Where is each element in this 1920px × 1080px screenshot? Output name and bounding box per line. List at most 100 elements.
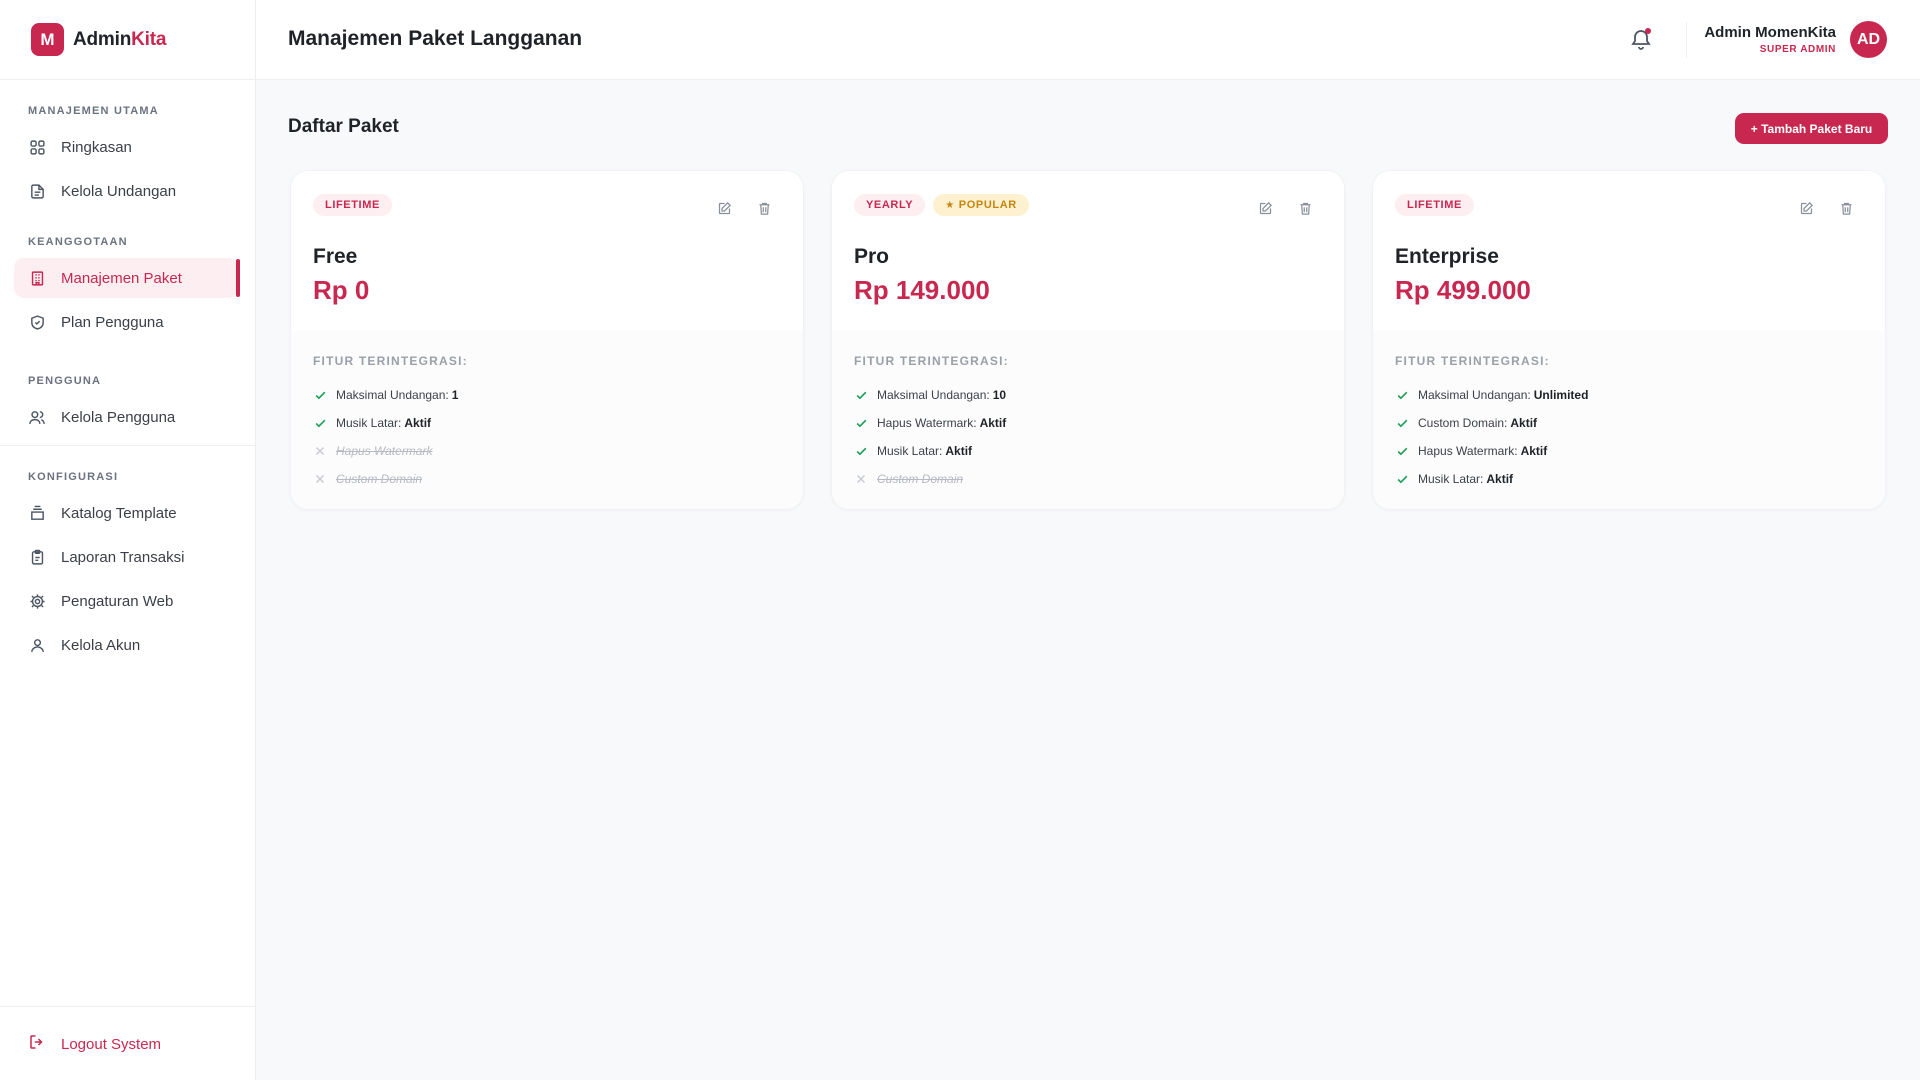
plan-card-enterprise: LIFETIME Enterprise Rp 499.000 FITUR TER… [1372,170,1886,510]
feature-item-disabled: Custom Domain [313,465,458,493]
gear-icon [28,592,46,610]
check-icon [313,416,327,430]
plan-price: Rp 149.000 [854,275,990,305]
check-icon [313,388,327,402]
check-icon [854,416,868,430]
feature-label: Custom Domain [336,472,423,486]
features-title: FITUR TERINTEGRASI: [313,354,468,368]
notification-dot [1645,28,1651,34]
feature-item: Maksimal Undangan: 1 [313,381,458,409]
sidebar-item-kelola-pengguna[interactable]: Kelola Pengguna [14,397,238,437]
feature-label: Musik Latar: [336,416,402,430]
section-label-manajemen-utama: MANAJEMEN UTAMA [28,105,159,117]
check-icon [1395,472,1409,486]
plan-type-badge: LIFETIME [313,194,392,216]
feature-value: Aktif [979,416,1007,430]
sidebar-item-label: Manajemen Paket [61,269,182,287]
trash-icon[interactable] [1837,199,1855,217]
popular-label: POPULAR [958,199,1017,211]
plan-name: Free [313,245,358,268]
add-plan-button[interactable]: + Tambah Paket Baru [1735,113,1888,144]
avatar[interactable]: AD [1850,21,1887,58]
sidebar-item-label: Kelola Pengguna [61,408,176,426]
feature-label: Custom Domain: [1418,416,1508,430]
feature-value: Aktif [1486,472,1514,486]
notification-bell-icon[interactable] [1629,27,1655,53]
logout-button[interactable]: Logout System [14,1024,238,1064]
feature-item: Custom Domain: Aktif [1395,409,1588,437]
check-icon [1395,388,1409,402]
user-icon [28,636,46,654]
feature-value: Unlimited [1533,388,1589,402]
layers-icon [28,504,46,522]
check-icon [854,388,868,402]
plan-name: Pro [854,245,890,268]
feature-list: Maksimal Undangan: 10 Hapus Watermark: Akt… [854,381,1006,493]
feature-item: Maksimal Undangan: Unlimited [1395,381,1588,409]
users-icon [28,408,46,426]
document-icon [28,182,46,200]
sidebar-divider [0,1006,256,1007]
plan-price: Rp 499.000 [1395,275,1531,305]
plan-name: Enterprise [1395,245,1499,268]
sidebar-item-manajemen-paket[interactable]: Manajemen Paket [14,258,240,298]
feature-label: Musik Latar: [1418,472,1484,486]
feature-label: Maksimal Undangan: [877,388,990,402]
edit-icon[interactable] [1256,199,1274,217]
popular-badge: ★ POPULAR [933,194,1029,216]
sidebar-item-label: Kelola Undangan [61,182,177,200]
trash-icon[interactable] [755,199,773,217]
feature-value: 1 [451,388,459,402]
feature-label: Maksimal Undangan: [1418,388,1531,402]
feature-value: 10 [992,388,1007,402]
sidebar-item-kelola-akun[interactable]: Kelola Akun [14,625,238,665]
clipboard-icon [28,548,46,566]
feature-value: Aktif [1520,444,1548,458]
sidebar-item-laporan-transaksi[interactable]: Laporan Transaksi [14,537,238,577]
page-title: Manajemen Paket Langganan [288,27,583,50]
feature-value: Aktif [404,416,432,430]
plan-price: Rp 0 [313,275,370,305]
brand[interactable]: M AdminKita [0,0,255,80]
logout-icon [28,1033,46,1055]
sidebar: M AdminKita MANAJEMEN UTAMA Ringkasan Ke… [0,0,256,1080]
edit-icon[interactable] [715,199,733,217]
feature-item: Musik Latar: Aktif [854,437,1006,465]
plan-card-free: LIFETIME Free Rp 0 FITUR TERINTEGRASI: M… [290,170,804,510]
sidebar-item-katalog-template[interactable]: Katalog Template [14,493,238,533]
feature-label: Musik Latar: [877,444,943,458]
feature-label: Hapus Watermark [336,444,433,458]
sidebar-item-pengaturan-web[interactable]: Pengaturan Web [14,581,238,621]
feature-item-disabled: Custom Domain [854,465,1006,493]
logout-label: Logout System [61,1035,162,1053]
plan-card-pro: YEARLY ★ POPULAR Pro Rp 149.000 FITUR TER… [831,170,1345,510]
brand-name-part1: Admin [73,28,132,50]
trash-icon[interactable] [1296,199,1314,217]
plan-type-badge: LIFETIME [1395,194,1474,216]
star-icon: ★ [945,199,955,211]
feature-item: Maksimal Undangan: 10 [854,381,1006,409]
sidebar-item-label: Laporan Transaksi [61,548,185,566]
plan-type-badge: YEARLY [854,194,926,216]
feature-label: Hapus Watermark: [877,416,977,430]
feature-list: Maksimal Undangan: 1 Musik Latar: Aktif Ha… [313,381,458,493]
brand-name: AdminKita [73,29,166,51]
building-icon [28,269,46,287]
sidebar-item-plan-pengguna[interactable]: Plan Pengguna [14,302,238,342]
feature-list: Maksimal Undangan: Unlimited Custom Domai… [1395,381,1588,493]
edit-icon[interactable] [1797,199,1815,217]
sidebar-item-label: Kelola Akun [61,636,141,654]
x-icon [854,472,868,486]
sidebar-item-label: Pengaturan Web [61,592,174,610]
feature-label: Maksimal Undangan: [336,388,449,402]
grid-icon [28,138,46,156]
sidebar-item-kelola-undangan[interactable]: Kelola Undangan [14,171,238,211]
feature-item: Musik Latar: Aktif [1395,465,1588,493]
features-title: FITUR TERINTEGRASI: [854,354,1009,368]
sidebar-item-ringkasan[interactable]: Ringkasan [14,127,238,167]
feature-item: Musik Latar: Aktif [313,409,458,437]
header-divider [1686,22,1687,58]
brand-logo: M [31,23,64,56]
brand-name-part2: Kita [131,28,167,50]
sidebar-item-label: Katalog Template [61,504,177,522]
